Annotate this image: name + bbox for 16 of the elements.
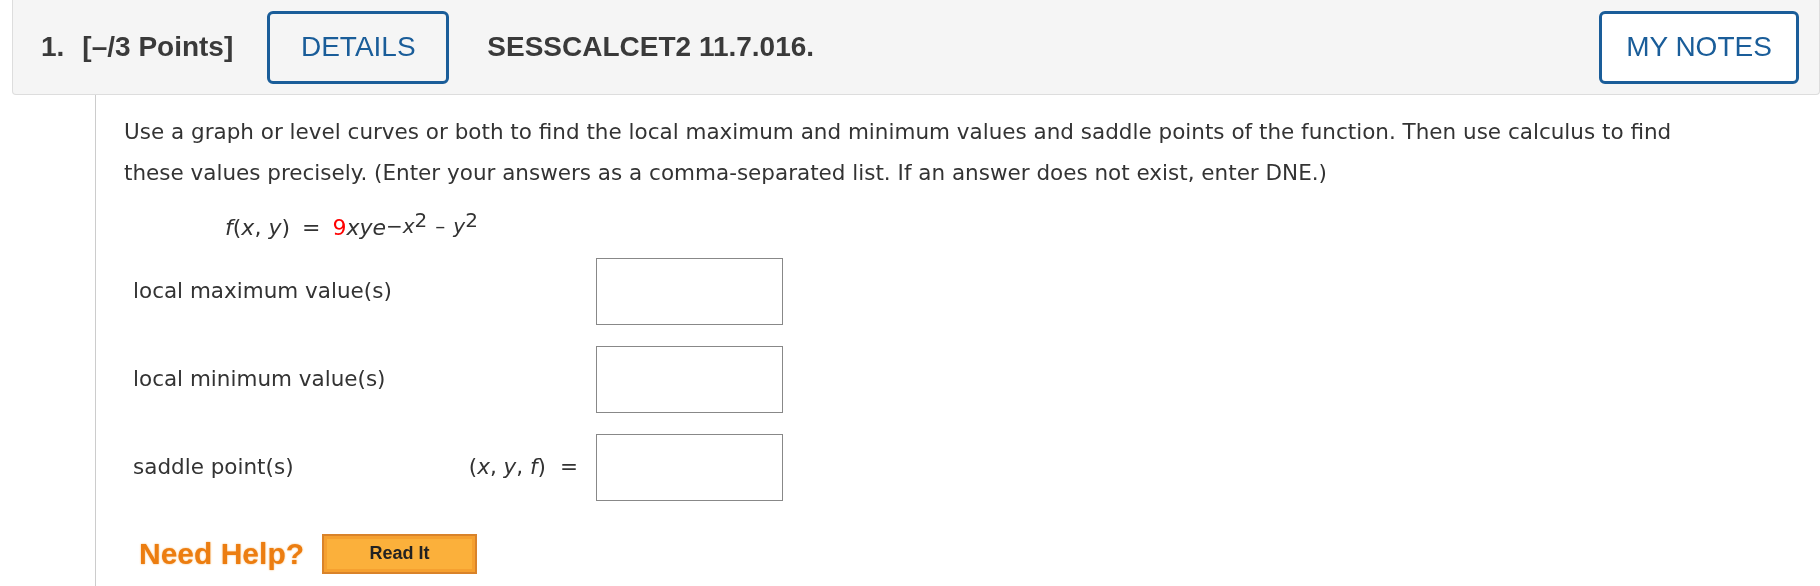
coordinate-label: (x, y, f) <box>468 453 546 482</box>
answer-label: saddle point(s) <box>133 453 295 482</box>
answer-label: local minimum value(s) <box>133 365 387 394</box>
need-help-label: Need Help? <box>139 536 305 572</box>
my-notes-button[interactable]: MY NOTES <box>1599 10 1799 84</box>
points-label: [–/3 Points] <box>82 30 234 64</box>
details-button[interactable]: DETAILS <box>267 10 450 84</box>
answer-field[interactable] <box>596 346 783 413</box>
read-it-button[interactable]: Read It <box>322 533 478 574</box>
question-prompt: Use a graph or level curves or both to find the local maximum and minimum values and saddle points of the function. Then use calculus to find these values precisely. (Enter your answers as a comma-separated list. If an answer does not exist, enter DNE.) <box>124 118 1673 187</box>
equals-sign: = <box>560 453 578 482</box>
problem-id: SESSCALCET2 11.7.016. <box>487 30 815 64</box>
question-number: 1. <box>41 30 65 64</box>
answer-field[interactable] <box>596 258 783 325</box>
answer-label: local maximum value(s) <box>133 277 393 306</box>
answer-field[interactable] <box>596 434 783 501</box>
